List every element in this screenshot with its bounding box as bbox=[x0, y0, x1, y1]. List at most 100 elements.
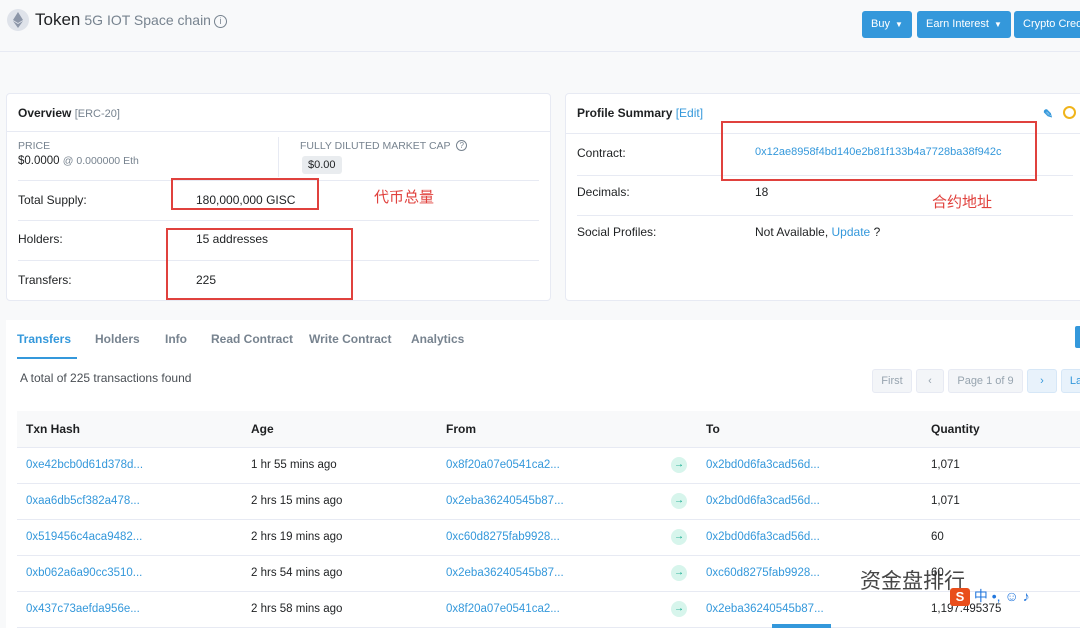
txn-quantity: 1,071 bbox=[922, 483, 1080, 520]
txn-age: 2 hrs 19 mins ago bbox=[242, 519, 437, 556]
annotation-box-contract bbox=[721, 121, 1037, 181]
last-page-button[interactable]: La bbox=[1061, 369, 1080, 393]
price-usd: $0.0000 bbox=[18, 155, 60, 167]
side-button[interactable] bbox=[1075, 326, 1080, 348]
token-name: 5G IOT Space chain bbox=[84, 12, 211, 28]
txn-age: 2 hrs 15 mins ago bbox=[242, 483, 437, 520]
info-icon[interactable]: i bbox=[213, 15, 227, 28]
table-row: 0xaa6db5cf382a478... 2 hrs 15 mins ago 0… bbox=[17, 483, 1080, 520]
question-icon[interactable]: ? bbox=[456, 140, 468, 151]
market-cap-value: $0.00 bbox=[302, 156, 342, 174]
prev-page-button[interactable]: ‹ bbox=[916, 369, 944, 393]
to-address-link[interactable]: 0x2bd0d6fa3cad56d... bbox=[697, 447, 922, 484]
social-profiles-row: Social Profiles: Not Available, Update ? bbox=[577, 216, 1073, 256]
txn-age: 2 hrs 54 mins ago bbox=[242, 555, 437, 592]
tab-read-contract[interactable]: Read Contract bbox=[211, 332, 293, 346]
txn-hash-link[interactable]: 0x519456c4aca9482... bbox=[17, 519, 242, 556]
update-link[interactable]: Update bbox=[832, 225, 871, 239]
social-label: Social Profiles: bbox=[577, 225, 657, 239]
holders-label: Holders: bbox=[18, 232, 63, 246]
profile-title: Profile Summary bbox=[577, 106, 673, 120]
earn-label: Earn Interest bbox=[926, 18, 989, 30]
annotation-box-supply bbox=[171, 178, 319, 210]
tab-analytics[interactable]: Analytics bbox=[411, 332, 464, 346]
txn-hash-link[interactable]: 0xe42bcb0d61d378d... bbox=[17, 447, 242, 484]
edit-link[interactable]: [Edit] bbox=[676, 106, 703, 120]
contract-label: Contract: bbox=[577, 146, 626, 160]
price-label: PRICE bbox=[18, 140, 51, 152]
price-value: $0.0000 @ 0.000000 Eth bbox=[18, 155, 139, 167]
col-age: Age bbox=[242, 411, 437, 448]
social-value: Not Available, Update ? bbox=[755, 225, 880, 239]
txn-age: 1 hr 55 mins ago bbox=[242, 447, 437, 484]
to-address-link[interactable]: 0x2bd0d6fa3cad56d... bbox=[697, 519, 922, 556]
direction-cell: → bbox=[662, 447, 697, 484]
first-page-button[interactable]: First bbox=[872, 369, 912, 393]
total-supply-label: Total Supply: bbox=[18, 193, 87, 207]
price-row: PRICE $0.0000 @ 0.000000 Eth FULLY DILUT… bbox=[18, 133, 539, 181]
help-icon[interactable]: ? bbox=[874, 225, 881, 239]
from-address-link[interactable]: 0x8f20a07e0541ca2... bbox=[437, 591, 662, 628]
page-title: Token 5G IOT Space chain i bbox=[35, 10, 227, 30]
annotation-contract-note: 合约地址 bbox=[932, 193, 993, 211]
col-direction bbox=[662, 411, 697, 448]
arrow-right-icon: → bbox=[671, 529, 687, 545]
next-page-button[interactable]: › bbox=[1027, 369, 1057, 393]
crypto-label: Crypto Cred bbox=[1023, 18, 1080, 30]
txn-hash-link[interactable]: 0x437c73aefda956e... bbox=[17, 591, 242, 628]
tab-holders[interactable]: Holders bbox=[95, 332, 140, 346]
txn-hash-link[interactable]: 0xaa6db5cf382a478... bbox=[17, 483, 242, 520]
direction-cell: → bbox=[662, 483, 697, 520]
table-row: 0xe42bcb0d61d378d... 1 hr 55 mins ago 0x… bbox=[17, 447, 1080, 484]
arrow-right-icon: → bbox=[671, 565, 687, 581]
table-header-row: Txn Hash Age From To Quantity bbox=[17, 411, 1080, 448]
from-address-link[interactable]: 0x8f20a07e0541ca2... bbox=[437, 447, 662, 484]
magic-wand-icon[interactable]: ✎ bbox=[1043, 107, 1053, 121]
arrow-right-icon: → bbox=[671, 457, 687, 473]
status-circle-icon[interactable] bbox=[1063, 106, 1076, 119]
ime-status: 中 •, ☺ ♪ bbox=[973, 588, 1030, 604]
from-address-link[interactable]: 0x2eba36240545b87... bbox=[437, 483, 662, 520]
sogou-s-icon[interactable]: S bbox=[950, 588, 970, 606]
arrow-right-icon: → bbox=[671, 493, 687, 509]
txn-quantity: 60 bbox=[922, 519, 1080, 556]
tab-bar: Transfers Holders Info Read Contract Wri… bbox=[6, 320, 1080, 360]
token-standard: [ERC-20] bbox=[74, 108, 120, 120]
from-address-link[interactable]: 0x2eba36240545b87... bbox=[437, 555, 662, 592]
ethereum-logo-icon bbox=[7, 9, 29, 31]
market-cap-label: FULLY DILUTED MARKET CAP ? bbox=[300, 140, 468, 152]
decimals-value: 18 bbox=[755, 185, 769, 199]
overview-header: Overview [ERC-20] bbox=[7, 94, 550, 132]
annotation-box-holders bbox=[166, 228, 353, 300]
ime-toolbar: S 中 •, ☺ ♪ bbox=[950, 586, 1030, 608]
buy-label: Buy bbox=[871, 18, 890, 30]
direction-cell: → bbox=[662, 555, 697, 592]
from-address-link[interactable]: 0xc60d8275fab9928... bbox=[437, 519, 662, 556]
table-row: 0x437c73aefda956e... 2 hrs 58 mins ago 0… bbox=[17, 591, 1080, 628]
buy-button[interactable]: Buy ▼ bbox=[862, 11, 912, 38]
annotation-supply-note: 代币总量 bbox=[374, 188, 435, 206]
decimals-row: Decimals: 18 bbox=[577, 176, 1073, 216]
tab-info[interactable]: Info bbox=[165, 332, 187, 346]
tab-transfers[interactable]: Transfers bbox=[17, 332, 71, 346]
to-address-link[interactable]: 0x2eba36240545b87... bbox=[697, 591, 922, 628]
transactions-summary: A total of 225 transactions found bbox=[20, 371, 192, 385]
crypto-credit-button[interactable]: Crypto Cred bbox=[1014, 11, 1080, 38]
table-row: 0x519456c4aca9482... 2 hrs 19 mins ago 0… bbox=[17, 519, 1080, 556]
overview-title: Overview bbox=[18, 106, 72, 120]
col-from: From bbox=[437, 411, 662, 448]
direction-cell: → bbox=[662, 591, 697, 628]
earn-interest-button[interactable]: Earn Interest ▼ bbox=[917, 11, 1011, 38]
transfers-table: Txn Hash Age From To Quantity 0xe42bcb0d… bbox=[17, 411, 1080, 628]
mcap-label-text: FULLY DILUTED MARKET CAP bbox=[300, 140, 451, 152]
to-address-link[interactable]: 0x2bd0d6fa3cad56d... bbox=[697, 483, 922, 520]
title-text: Token bbox=[35, 10, 81, 29]
chevron-down-icon: ▼ bbox=[894, 20, 903, 29]
page-indicator: Page 1 of 9 bbox=[948, 369, 1023, 393]
tab-write-contract[interactable]: Write Contract bbox=[309, 332, 391, 346]
arrow-right-icon: → bbox=[671, 601, 687, 617]
txn-quantity: 1,071 bbox=[922, 447, 1080, 484]
col-txn-hash: Txn Hash bbox=[17, 411, 242, 448]
txn-hash-link[interactable]: 0xb062a6a90cc3510... bbox=[17, 555, 242, 592]
divider bbox=[278, 137, 279, 177]
